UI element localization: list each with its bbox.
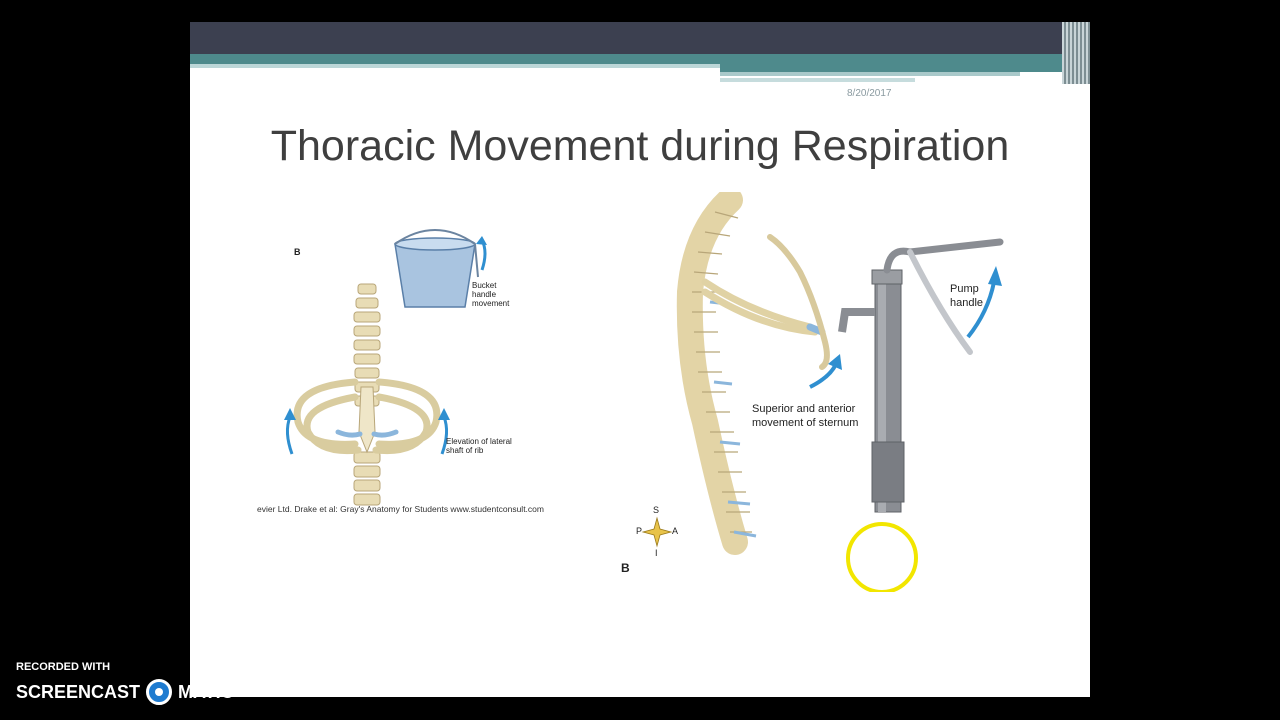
slide: 8/20/2017 Thoracic Movement during Respi… xyxy=(190,22,1090,697)
header-accent-line xyxy=(190,64,720,68)
ribs-lateral xyxy=(701,278,819,336)
right-panel-label: B xyxy=(621,561,630,575)
header-band xyxy=(190,22,1090,54)
logo-text-left: SCREENCAST xyxy=(16,681,141,702)
screencast-o-matic-logo: SCREENCAST MATIC xyxy=(16,679,234,705)
pump-handle-figure: Pump handle Superior and anterior moveme… xyxy=(610,187,1030,594)
compass-label-a: A xyxy=(672,526,679,536)
spine-lateral xyxy=(676,187,748,555)
sternum-shape xyxy=(358,386,376,454)
rib-elevation-label: Elevation of lateral shaft of rib xyxy=(446,437,512,455)
logo-text-right: MATIC xyxy=(178,681,234,702)
header-accent-band-right xyxy=(720,64,1065,72)
sternum-movement-label: Superior and anterior movement of sternu… xyxy=(752,403,859,429)
slide-title: Thoracic Movement during Respiration xyxy=(270,122,1010,170)
bucket-handle-figure: B Bucket handle movement Elevation of la… xyxy=(250,222,550,512)
sternum-lateral xyxy=(767,234,830,370)
compass-label-s: S xyxy=(653,505,660,515)
figure-credit: evier Ltd. Drake et al: Gray's Anatomy f… xyxy=(257,504,544,514)
recorded-with-label: RECORDED WITH xyxy=(16,661,111,673)
left-panel-label: B xyxy=(294,247,301,257)
orientation-compass-icon xyxy=(641,516,673,548)
pump-handle-label: Pump handle xyxy=(950,283,984,309)
header-accent-line-thin xyxy=(720,78,915,82)
header-accent-band xyxy=(190,54,1090,64)
compass-label-i: I xyxy=(655,548,658,558)
record-icon xyxy=(146,679,173,705)
compass-label-p: P xyxy=(636,526,643,536)
ribcage-anterior-illustration xyxy=(284,229,487,506)
header-accent-line-right xyxy=(720,72,1020,76)
slide-date: 8/20/2017 xyxy=(847,88,892,99)
cursor-highlight-ring xyxy=(846,522,918,594)
header-stripes xyxy=(1062,22,1090,84)
bucket-handle-label: Bucket handle movement xyxy=(472,281,510,308)
